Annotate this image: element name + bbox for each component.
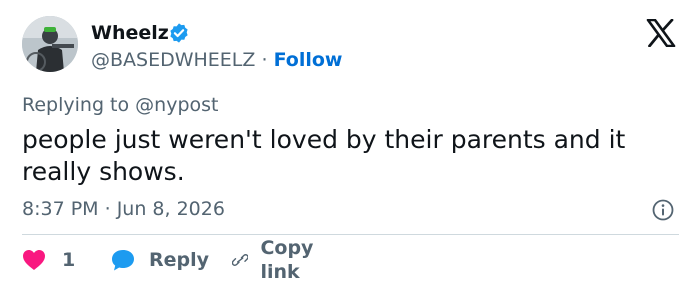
reply-label: Reply [149,249,210,271]
follow-button[interactable]: Follow [274,49,343,71]
link-icon [232,254,249,266]
display-name[interactable]: Wheelz [91,21,169,45]
copy-link-label: Copy link [260,237,314,283]
tweet-time[interactable]: 8:37 PM [22,198,99,220]
like-count: 1 [62,249,76,271]
tweet-card: Wheelz @BASEDWHEELZ · Follow Replying to… [0,0,700,287]
divider [22,234,679,235]
x-logo-icon[interactable] [646,19,676,47]
reply-mention-link[interactable]: @nypost [135,94,218,116]
reply-button[interactable]: Reply [110,246,209,274]
handle-separator: · [261,49,268,71]
handle-row: @BASEDWHEELZ · Follow [91,48,342,72]
like-button[interactable]: 1 [22,246,75,274]
replying-to-label: Replying to [22,94,130,116]
replying-to: Replying to @nypost [22,93,219,117]
reply-bubble-icon [112,250,134,271]
tweet-date[interactable]: Jun 8, 2026 [117,198,225,220]
verified-badge-icon [170,23,188,43]
info-icon[interactable] [651,198,675,222]
avatar[interactable] [22,16,78,72]
heart-icon [23,250,45,270]
timestamp-separator: · [104,198,111,220]
timestamp[interactable]: 8:37 PM · Jun 8, 2026 [22,197,225,221]
user-handle[interactable]: @BASEDWHEELZ [91,49,255,71]
tweet-text: people just weren't loved by their paren… [22,125,626,186]
copy-link-button[interactable]: Copy link [232,237,323,283]
